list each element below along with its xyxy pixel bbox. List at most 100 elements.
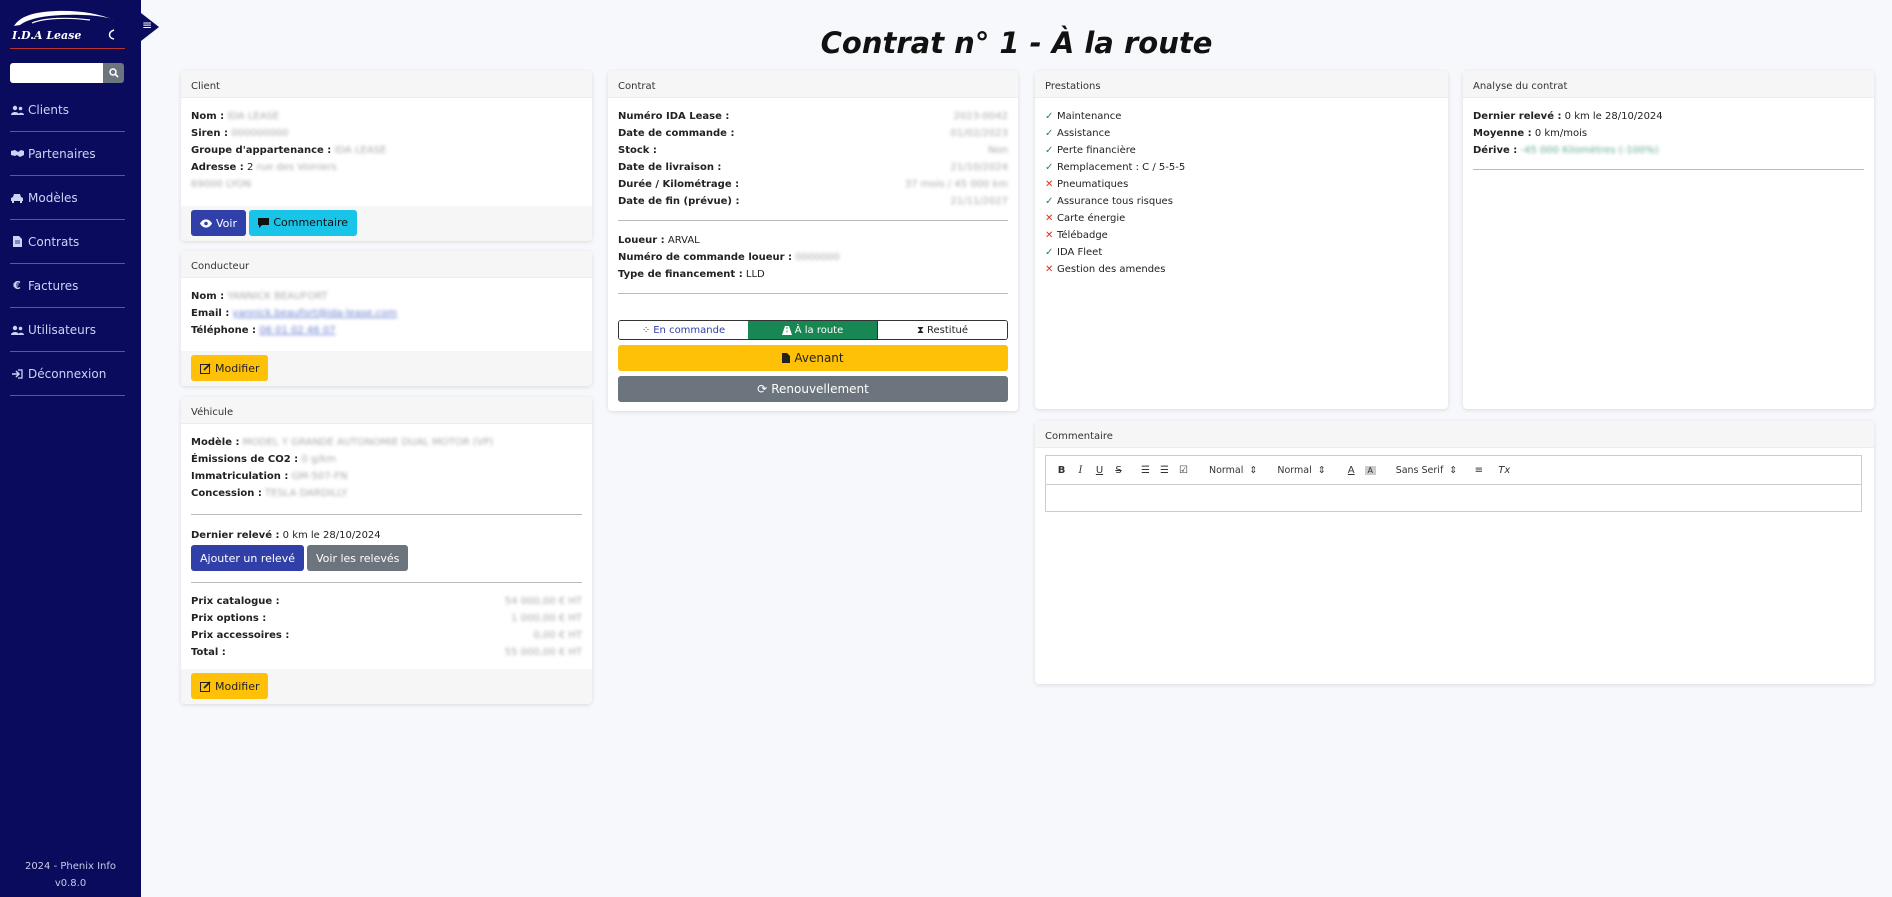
status-en-commande-button[interactable]: ⁘ En commande (619, 321, 748, 339)
svg-text:I.D.A Lease: I.D.A Lease (11, 29, 81, 42)
client-nom-row: Nom : IDA LEASE (191, 111, 280, 122)
editor-toolbar: B I U S ☰ ☰ ☑ Normal ⇕ Normal ⇕ A A Sans S… (1045, 455, 1862, 485)
contrat-card: Contrat Numéro IDA Lease :2023-0042 Date… (608, 71, 1018, 411)
comment-icon (258, 217, 270, 228)
search-button[interactable] (103, 63, 124, 83)
avenant-button[interactable]: Avenant (618, 345, 1008, 371)
bullet-list-icon[interactable]: ☰ (1159, 465, 1170, 476)
sidebar-item-contrats[interactable]: Contrats (10, 220, 125, 264)
check-icon: ✓ (1045, 128, 1054, 139)
size-select-1[interactable]: Normal ⇕ (1209, 465, 1257, 476)
underline-button[interactable]: U (1094, 465, 1105, 476)
check-icon: ✓ (1045, 162, 1054, 173)
updown-icon: ⇕ (1249, 464, 1258, 476)
modifier-vehicule-button[interactable]: Modifier (191, 673, 269, 699)
divider (618, 293, 1008, 294)
prestation-label: Télébadge (1057, 230, 1108, 241)
vehicule-releve-row: Dernier relevé : 0 km le 28/10/2024 (191, 530, 381, 541)
prestation-item: ✓ Remplacement : C / 5-5-5 (1045, 159, 1438, 176)
size-select-2[interactable]: Normal ⇕ (1277, 465, 1325, 476)
text-color-icon[interactable]: A (1346, 465, 1357, 476)
prestation-item: ✓ Perte financière (1045, 142, 1438, 159)
card-header: Conducteur (181, 251, 592, 278)
ordered-list-icon[interactable]: ☰ (1140, 465, 1151, 476)
status-a-la-route-button[interactable]: À la route (748, 321, 877, 339)
loueur-row: Loueur : ARVAL (618, 235, 700, 246)
client-adresse-row: Adresse : 2 rue des Voiniers (191, 162, 337, 173)
road-icon (781, 325, 792, 335)
conducteur-email-row: Email : yannick.beaufort@ida-lease.com (191, 308, 397, 319)
client-card: Client Nom : IDA LEASE Siren : 000000000… (181, 71, 592, 241)
align-icon[interactable]: ≡ (1473, 465, 1484, 476)
card-footer: Modifier (181, 351, 592, 386)
prix-catalogue-row: Prix catalogue :54 000,00 € HT (191, 596, 582, 607)
analyse-card: Analyse du contrat Dernier relevé : 0 km… (1463, 71, 1874, 409)
strike-button[interactable]: S (1113, 465, 1124, 476)
status-restitue-button[interactable]: ⧗ Restitué (877, 321, 1007, 339)
sidebar-item-label: Partenaires (28, 146, 96, 161)
email-link[interactable]: yannick.beaufort@ida-lease.com (233, 308, 397, 319)
financement-row: Type de financement : LLD (618, 269, 765, 280)
ajouter-releve-button[interactable]: Ajouter un relevé (191, 545, 304, 571)
bold-button[interactable]: B (1056, 465, 1067, 476)
edit-icon (200, 362, 211, 374)
search-input[interactable] (10, 63, 103, 83)
card-header: Analyse du contrat (1463, 71, 1874, 98)
font-select[interactable]: Sans Serif ⇕ (1396, 465, 1458, 476)
voir-button[interactable]: Voir (191, 210, 246, 236)
check-icon: ✓ (1045, 145, 1054, 156)
commentaire-button[interactable]: Commentaire (249, 209, 358, 236)
date-livraison-row: Date de livraison :21/10/2024 (618, 162, 1008, 173)
divider (10, 48, 125, 49)
check-icon: ✓ (1045, 247, 1054, 258)
card-header: Véhicule (181, 397, 592, 424)
prestation-label: IDA Fleet (1057, 247, 1103, 258)
sidebar-item-label: Clients (28, 102, 69, 117)
user-group-icon (10, 325, 24, 335)
sidebar-item-label: Factures (28, 278, 79, 293)
card-footer: Modifier (181, 669, 592, 704)
sidebar-item-factures[interactable]: € Factures (10, 264, 125, 308)
check-icon: ✓ (1045, 111, 1054, 122)
sidebar-item-partenaires[interactable]: Partenaires (10, 132, 125, 176)
brand-logo[interactable]: I.D.A Lease (10, 8, 122, 42)
clear-format-icon[interactable]: Tx (1498, 465, 1510, 476)
prestation-label: Assurance tous risques (1057, 196, 1173, 207)
sidebar-item-modeles[interactable]: Modèles (10, 176, 125, 220)
voir-releves-button[interactable]: Voir les relevés (306, 545, 409, 571)
cross-icon: ✕ (1045, 213, 1054, 224)
renouvellement-button[interactable]: ⟳ Renouvellement (618, 376, 1008, 402)
tel-link[interactable]: 06 01 02 46 07 (259, 325, 335, 336)
vehicule-co2-row: Émissions de CO2 : 0 g/km (191, 454, 337, 465)
background-color-icon[interactable]: A (1364, 465, 1376, 475)
vehicule-immat-row: Immatriculation : GM-507-FN (191, 471, 348, 482)
card-header: Client (181, 71, 592, 98)
prestations-list: ✓ Maintenance ✓ Assistance ✓ Perte financière… (1035, 98, 1448, 278)
sidebar: I.D.A Lease ≡ Clients Partenaires Modèle… (0, 0, 159, 897)
divider (618, 220, 1008, 221)
file-icon (782, 353, 791, 363)
vehicule-card: Véhicule Modèle : MODEL Y GRANDE AUTONOM… (181, 397, 592, 704)
date-commande-row: Date de commande :01/02/2023 (618, 128, 1008, 139)
sidebar-item-deconnexion[interactable]: Déconnexion (10, 352, 125, 396)
date-fin-row: Date de fin (prévue) :21/11/2027 (618, 196, 1008, 207)
divider (191, 582, 582, 583)
commentaire-card: Commentaire B I U S ☰ ☰ ☑ Normal ⇕ Normal… (1035, 421, 1874, 684)
vehicule-concession-row: Concession : TESLA DARDILLY (191, 488, 348, 499)
checklist-icon[interactable]: ☑ (1178, 465, 1189, 476)
search-bar (10, 63, 124, 83)
sidebar-item-label: Modèles (28, 190, 78, 205)
stock-row: Stock : Non (618, 145, 1008, 156)
comment-editor[interactable] (1045, 485, 1862, 512)
prestation-item: ✕ Carte énergie (1045, 210, 1438, 227)
modifier-conducteur-button[interactable]: Modifier (191, 355, 269, 381)
sign-out-icon (10, 368, 24, 379)
prestation-item: ✕ Gestion des amendes (1045, 261, 1438, 278)
italic-button[interactable]: I (1075, 465, 1086, 476)
card-header: Prestations (1035, 71, 1448, 98)
duree-row: Durée / Kilométrage :37 mois / 45 000 km (618, 179, 1008, 190)
sidebar-item-clients[interactable]: Clients (10, 88, 125, 132)
sidebar-item-label: Déconnexion (28, 366, 107, 381)
car-icon (10, 193, 24, 203)
sidebar-item-utilisateurs[interactable]: Utilisateurs (10, 308, 125, 352)
